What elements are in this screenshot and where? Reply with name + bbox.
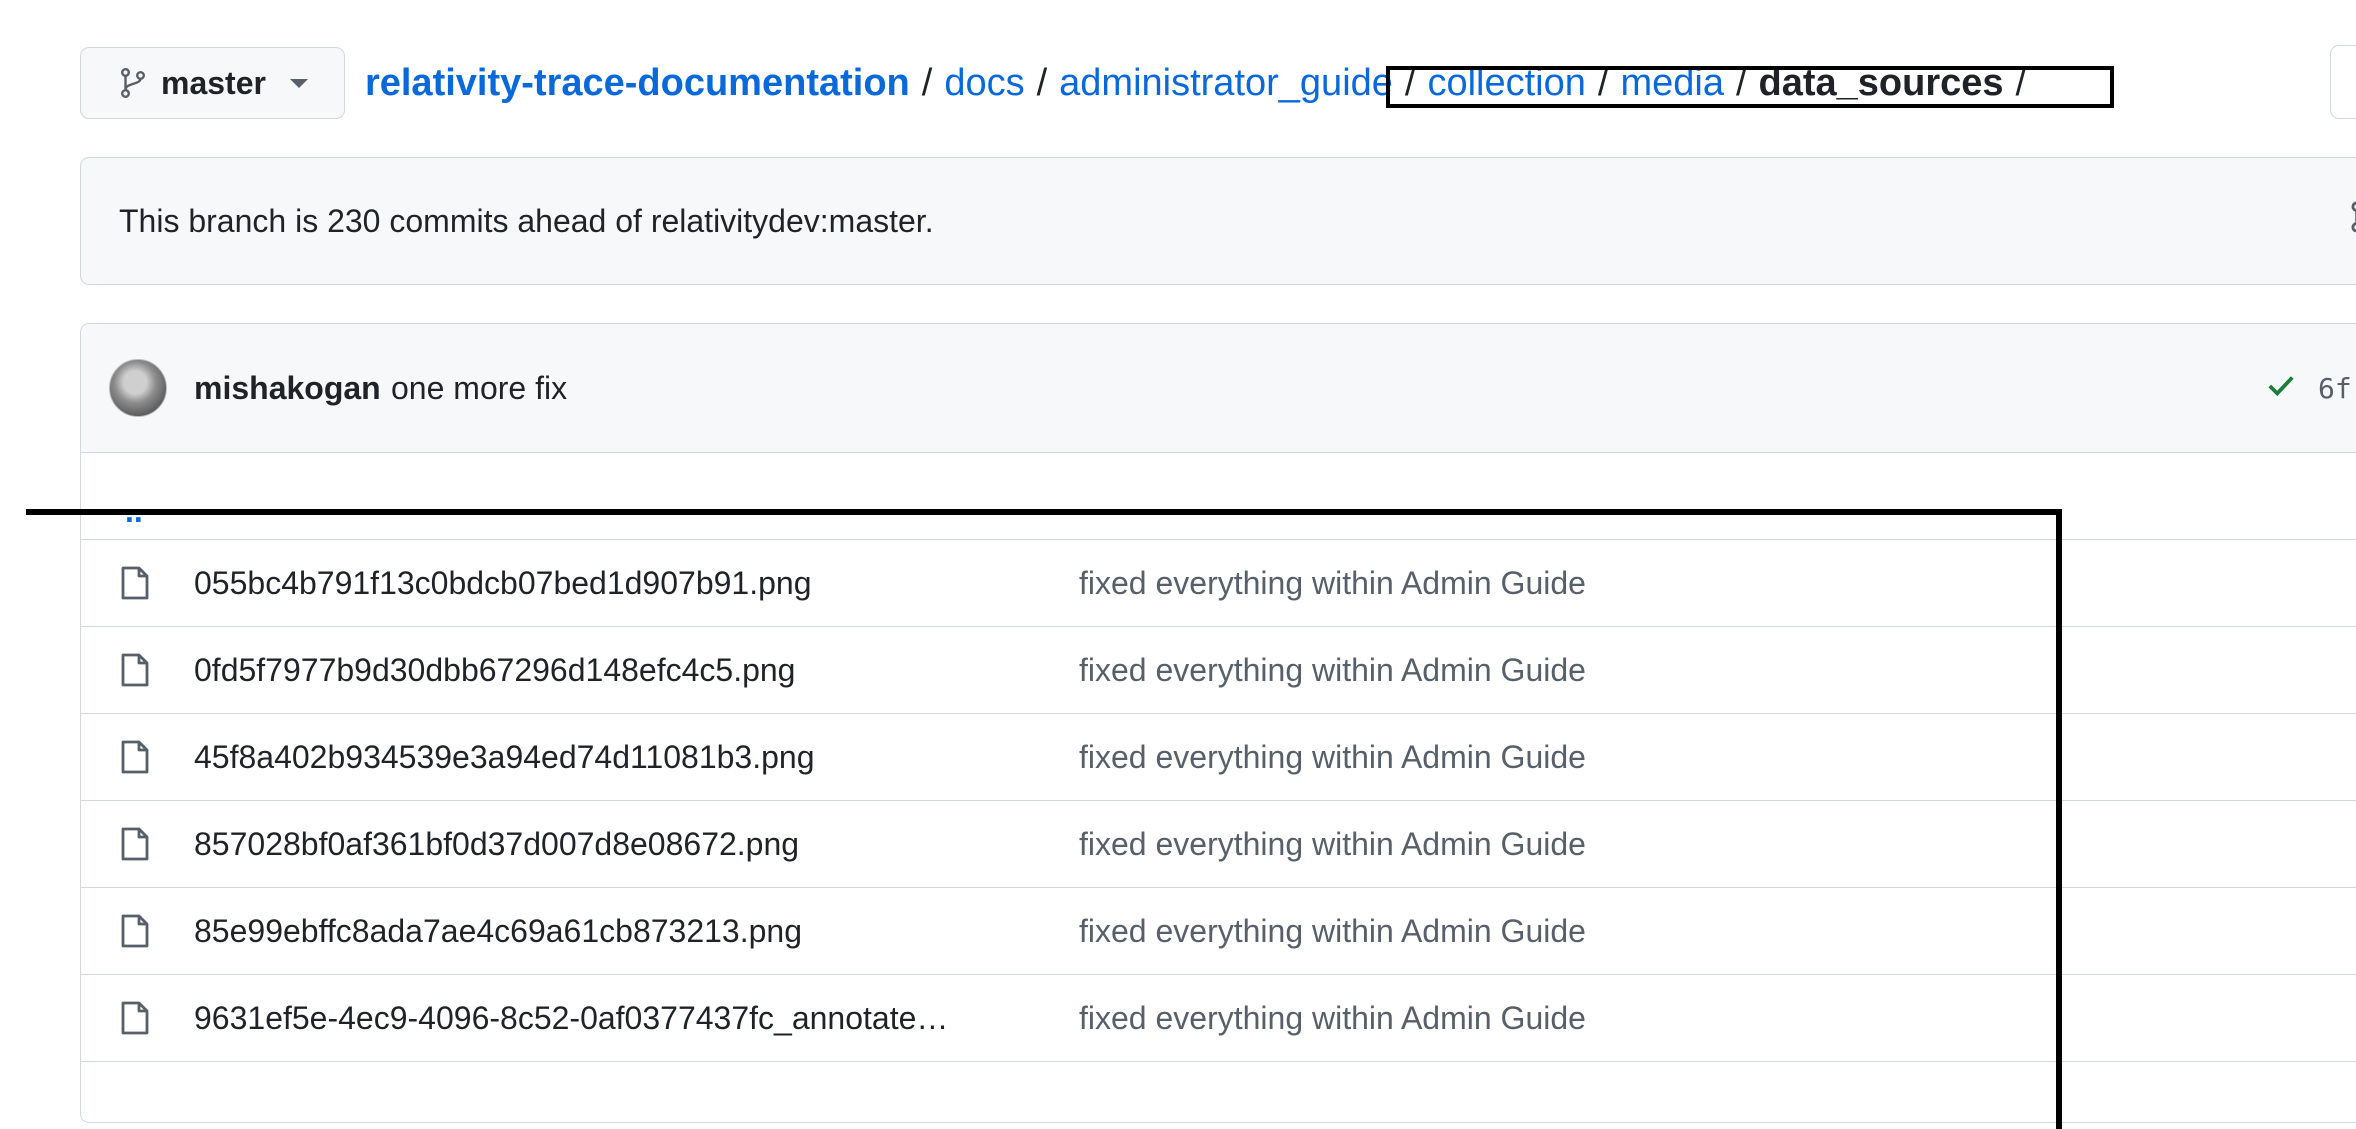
avatar[interactable]	[109, 359, 167, 417]
chevron-down-icon	[289, 78, 308, 88]
annotation-highlight-box	[1386, 66, 2114, 108]
git-branch-icon	[121, 68, 145, 98]
pull-request-icon	[2351, 201, 2356, 241]
breadcrumb-separator: /	[1036, 61, 1048, 104]
annotation-highlight-box	[26, 509, 2062, 1129]
breadcrumb-administrator-guide-link[interactable]: administrator_guide	[1059, 62, 1393, 105]
commit-sha-link[interactable]: 6f	[2318, 372, 2352, 405]
latest-commit-row: mishakogan one more fix 6f	[81, 324, 2356, 453]
contribute-button[interactable]: Co	[2351, 158, 2356, 284]
commit-message-link[interactable]: one more fix	[391, 370, 567, 407]
breadcrumb-separator: /	[921, 61, 933, 104]
commit-author-link[interactable]: mishakogan	[194, 370, 381, 407]
go-to-file-button[interactable]	[2330, 45, 2356, 119]
branch-status-text: This branch is 230 commits ahead of rela…	[119, 202, 934, 239]
branch-label: master	[161, 64, 266, 101]
check-icon[interactable]	[2266, 370, 2296, 408]
branch-select-button[interactable]: master	[80, 47, 345, 119]
breadcrumb-repo-link[interactable]: relativity-trace-documentation	[365, 62, 910, 105]
breadcrumb-docs-link[interactable]: docs	[944, 62, 1024, 105]
branch-status-banner: This branch is 230 commits ahead of rela…	[80, 157, 2356, 285]
